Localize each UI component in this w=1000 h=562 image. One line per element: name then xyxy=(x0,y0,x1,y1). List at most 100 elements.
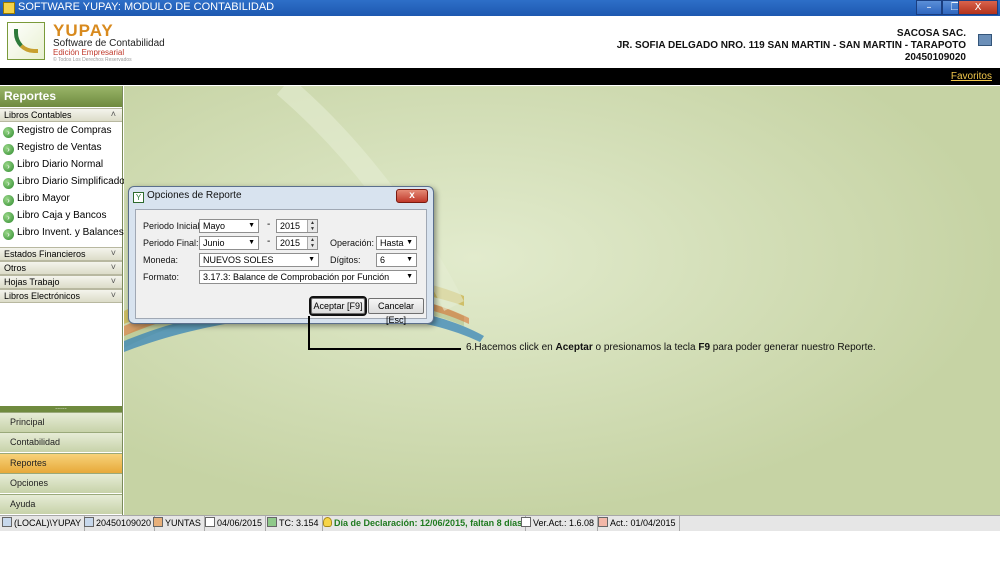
select-value: Junio xyxy=(203,238,225,248)
sidebar-item-registro-ventas[interactable]: › Registro de Ventas xyxy=(3,141,102,157)
dropdown-arrow-icon: ▼ xyxy=(248,239,255,246)
select-value: NUEVOS SOLES xyxy=(203,255,274,265)
close-window-button[interactable]: X xyxy=(958,0,998,15)
arrow-right-icon: › xyxy=(3,127,14,138)
dropdown-arrow-icon: ▼ xyxy=(248,222,255,229)
status-text: Ver.Act.: 1.6.08 xyxy=(533,518,595,528)
dropdown-arrow-icon: ▼ xyxy=(406,273,413,280)
sidebar-title: Reportes xyxy=(0,86,122,107)
periodo-inicial-anio-spinner[interactable]: 2015 ▲ ▼ xyxy=(276,219,318,233)
nav-principal[interactable]: Principal xyxy=(0,412,122,432)
group-label: Otros xyxy=(4,263,27,273)
nav-reportes[interactable]: Reportes xyxy=(0,453,122,473)
operacion-select[interactable]: Hasta ▼ xyxy=(376,236,417,250)
sidebar-item-label: Libro Mayor xyxy=(17,193,70,204)
yupay-version-icon xyxy=(521,517,531,527)
chevron-down-icon: ˅ xyxy=(110,276,116,286)
aceptar-button[interactable]: Aceptar [F9] xyxy=(309,296,367,316)
sidebar-item-caja-bancos[interactable]: › Libro Caja y Bancos xyxy=(3,209,107,225)
chevron-down-icon: ˅ xyxy=(110,290,116,300)
arrow-right-icon: › xyxy=(3,178,14,189)
company-name: SACOSA SAC. xyxy=(896,28,966,39)
chevron-down-icon: ˅ xyxy=(110,248,116,258)
group-label: Estados Financieros xyxy=(4,249,86,259)
status-text: (LOCAL)\YUPAY xyxy=(14,518,82,528)
sidebar-item-label: Registro de Compras xyxy=(17,125,112,136)
group-otros[interactable]: Otros ˅ xyxy=(0,261,122,275)
callout-text: o presionamos la tecla xyxy=(592,342,699,353)
dialog-close-button[interactable]: x xyxy=(396,189,428,203)
moneda-select[interactable]: NUEVOS SOLES ▼ xyxy=(199,253,319,267)
status-text: TC: 3.154 xyxy=(279,518,319,528)
callout-text: 6.Hacemos click en xyxy=(466,342,556,353)
group-estados-financieros[interactable]: Estados Financieros ˅ xyxy=(0,247,122,261)
status-declaracion: Día de Declaración: 12/06/2015, faltan 8… xyxy=(323,516,527,531)
digitos-select[interactable]: 6 ▼ xyxy=(376,253,417,267)
status-text: Act.: 01/04/2015 xyxy=(610,518,676,528)
dropdown-arrow-icon: ▼ xyxy=(406,256,413,263)
periodo-inicial-mes-select[interactable]: Mayo ▼ xyxy=(199,219,259,233)
dash-separator: - xyxy=(267,219,271,230)
group-libros-electronicos[interactable]: Libros Electrónicos ˅ xyxy=(0,289,122,303)
user-icon xyxy=(153,517,163,527)
periodo-final-mes-select[interactable]: Junio ▼ xyxy=(199,236,259,250)
callout-bold: Aceptar xyxy=(555,342,593,353)
select-value: 3.17.3: Balance de Comprobación por Func… xyxy=(203,272,390,282)
lightbulb-icon xyxy=(323,517,332,527)
dialog-titlebar: Y Opciones de Reporte xyxy=(133,190,242,206)
favoritos-link[interactable]: Favoritos xyxy=(951,71,992,82)
moneda-label: Moneda: xyxy=(143,255,179,265)
spinner-value: 2015 xyxy=(280,238,301,248)
status-user: YUNTAS xyxy=(153,516,205,531)
yupay-small-icon: Y xyxy=(133,192,144,203)
status-text: YUNTAS xyxy=(165,518,201,528)
status-text: 04/06/2015 xyxy=(217,518,263,528)
group-hojas-trabajo[interactable]: Hojas Trabajo ˅ xyxy=(0,275,122,289)
spinner-arrows-icon[interactable]: ▲ ▼ xyxy=(307,220,317,232)
arrow-right-icon: › xyxy=(3,229,14,240)
app-icon xyxy=(3,2,15,14)
periodo-inicial-label: Periodo Inicial: xyxy=(143,221,203,231)
select-value: 6 xyxy=(380,255,386,265)
status-text: 20450109020 xyxy=(96,518,152,528)
arrow-right-icon: › xyxy=(3,144,14,155)
sidebar-item-label: Libro Caja y Bancos xyxy=(17,210,107,221)
status-tc: TC: 3.154 xyxy=(267,516,323,531)
periodo-final-anio-spinner[interactable]: 2015 ▲ ▼ xyxy=(276,236,318,250)
periodo-final-label: Periodo Final: xyxy=(143,238,199,248)
digitos-label: Dígitos: xyxy=(330,255,361,265)
sidebar-item-diario-normal[interactable]: › Libro Diario Normal xyxy=(3,158,103,174)
arrow-right-icon: › xyxy=(3,161,14,172)
nav-opciones[interactable]: Opciones xyxy=(0,473,122,493)
formato-label: Formato: xyxy=(143,272,180,282)
callout-text: para poder generar nuestro Reporte. xyxy=(710,342,876,353)
company-ruc: 20450109020 xyxy=(904,52,966,63)
callout-line xyxy=(308,316,310,350)
sidebar-item-label: Libro Invent. y Balances xyxy=(17,227,124,238)
dropdown-arrow-icon: ▼ xyxy=(406,239,413,246)
sidebar-item-label: Libro Diario Simplificado xyxy=(17,176,125,187)
nav-contabilidad[interactable]: Contabilidad xyxy=(0,432,122,452)
settings-icon[interactable] xyxy=(978,34,992,46)
sidebar-item-diario-simplificado[interactable]: › Libro Diario Simplificado xyxy=(3,175,125,191)
sidebar-item-registro-compras[interactable]: › Registro de Compras xyxy=(3,124,111,140)
arrow-right-icon: › xyxy=(3,195,14,206)
yupay-logo-icon xyxy=(7,22,45,60)
database-icon xyxy=(2,517,12,527)
group-label: Libros Electrónicos xyxy=(4,291,81,301)
sidebar-item-invent-balances[interactable]: › Libro Invent. y Balances xyxy=(3,226,124,242)
sidebar-item-label: Registro de Ventas xyxy=(17,142,102,153)
spinner-arrows-icon[interactable]: ▲ ▼ xyxy=(307,237,317,249)
chevron-down-icon: ˅ xyxy=(110,262,116,272)
minimize-button[interactable]: – xyxy=(916,0,942,15)
cancelar-button[interactable]: Cancelar [Esc] xyxy=(368,298,424,325)
group-label: Libros Contables xyxy=(4,110,72,120)
logo-edition: Edición Empresarial xyxy=(53,48,125,57)
formato-select[interactable]: 3.17.3: Balance de Comprobación por Func… xyxy=(199,270,417,284)
sidebar-item-libro-mayor[interactable]: › Libro Mayor xyxy=(3,192,70,208)
select-value: Mayo xyxy=(203,221,226,231)
money-icon xyxy=(267,517,277,527)
status-ruc: 20450109020 xyxy=(84,516,156,531)
nav-ayuda[interactable]: Ayuda xyxy=(0,494,122,514)
group-libros-contables[interactable]: Libros Contables ˄ xyxy=(0,108,122,122)
